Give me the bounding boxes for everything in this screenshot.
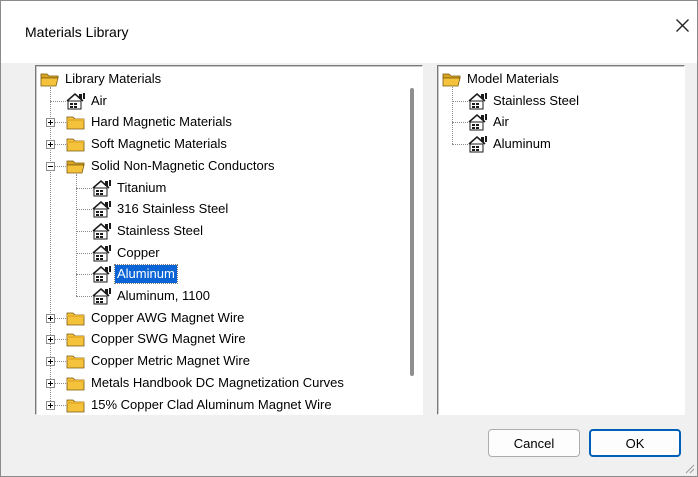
folder-icon (66, 113, 86, 131)
material-icon (92, 222, 112, 240)
tree-connector (76, 209, 92, 211)
tree-item-label: Aluminum, 1100 (117, 288, 210, 303)
ok-button[interactable]: OK (589, 429, 681, 457)
tree-item-label: Aluminum (493, 136, 551, 152)
tree-material-copper[interactable]: Copper (92, 243, 162, 263)
folder-icon (66, 396, 86, 414)
tree-material-titanium[interactable]: Titanium (92, 178, 168, 198)
title-bar[interactable]: Materials Library (1, 1, 697, 63)
expand-plus-icon[interactable] (46, 140, 55, 150)
tree-material-aluminum-1100[interactable]: Aluminum, 1100 (92, 286, 212, 306)
tree-item-label: 15% Copper Clad Aluminum Magnet Wire (91, 396, 332, 412)
expand-plus-icon[interactable] (46, 378, 55, 388)
material-icon (468, 135, 488, 153)
collapse-minus-icon[interactable] (46, 161, 55, 171)
folder-icon (66, 309, 86, 327)
folder-icon (66, 157, 86, 175)
tree-item-label: 316 Stainless Steel (117, 201, 229, 217)
close-icon (676, 19, 689, 32)
tree-connector (76, 187, 92, 189)
tree-folder-copper-metric-magnet-wire[interactable]: Copper Metric Magnet Wire (66, 351, 252, 371)
tree-material-aluminum[interactable]: Aluminum (92, 264, 178, 285)
material-icon (66, 92, 86, 110)
expand-plus-icon[interactable] (46, 118, 55, 128)
library-materials-tree[interactable]: Library Materials Air Hard Magnetic Materi… (35, 65, 423, 415)
material-icon (92, 179, 112, 197)
model-materials-root[interactable]: Model Materials (442, 69, 561, 89)
tree-item-label: Air (493, 114, 509, 130)
folder-open-icon (40, 70, 60, 88)
tree-item-label: Stainless Steel (493, 92, 579, 108)
library-scrollbar[interactable] (410, 88, 414, 376)
tree-item-label: Titanium (117, 179, 167, 195)
tree-material-air[interactable]: Air (468, 112, 511, 132)
tree-material-stainless-steel[interactable]: Stainless Steel (92, 221, 205, 241)
material-icon (92, 287, 112, 305)
resize-grip-icon[interactable] (683, 462, 695, 474)
folder-icon (66, 352, 86, 370)
tree-material-stainless-steel[interactable]: Stainless Steel (468, 91, 581, 111)
tree-material-316-stainless-steel[interactable]: 316 Stainless Steel (92, 199, 230, 219)
tree-folder-15-copper-clad-aluminum-magnet-wire[interactable]: 15% Copper Clad Aluminum Magnet Wire (66, 395, 334, 415)
material-icon (468, 113, 488, 131)
folder-icon (66, 374, 86, 392)
tree-item-label: Hard Magnetic Materials (91, 114, 232, 130)
tree-item-label: Copper AWG Magnet Wire (91, 309, 245, 325)
expand-plus-icon[interactable] (46, 357, 55, 367)
materials-library-dialog: Materials Library Library Materials Air Ha… (0, 0, 698, 477)
tree-folder-metals-handbook-dc-magnetization-curves[interactable]: Metals Handbook DC Magnetization Curves (66, 373, 346, 393)
close-button[interactable] (669, 9, 697, 43)
tree-material-aluminum[interactable]: Aluminum (468, 134, 553, 154)
material-icon (468, 92, 488, 110)
folder-open-icon (442, 70, 462, 88)
material-icon (92, 265, 112, 283)
window-title: Materials Library (25, 24, 129, 40)
expand-plus-icon[interactable] (46, 313, 55, 323)
tree-item-label: Copper SWG Magnet Wire (91, 331, 246, 347)
tree-item-label: Copper (117, 244, 160, 260)
model-materials-tree[interactable]: Model Materials Stainless Steel Air Aluminu… (437, 65, 685, 415)
tree-item-label: Stainless Steel (117, 222, 203, 238)
tree-item-label: Metals Handbook DC Magnetization Curves (91, 374, 344, 390)
tree-folder-copper-swg-magnet-wire[interactable]: Copper SWG Magnet Wire (66, 329, 248, 349)
tree-connector (76, 252, 92, 254)
tree-folder-solid-non-magnetic-conductors[interactable]: Solid Non-Magnetic Conductors (66, 156, 277, 176)
tree-connector (452, 87, 453, 145)
tree-connector (76, 274, 92, 276)
tree-connector (76, 173, 77, 296)
tree-folder-soft-magnetic-materials[interactable]: Soft Magnetic Materials (66, 134, 229, 154)
tree-item-label: Copper Metric Magnet Wire (91, 353, 250, 369)
tree-connector (76, 230, 92, 232)
folder-icon (66, 330, 86, 348)
expand-plus-icon[interactable] (46, 400, 55, 410)
tree-item-label: Air (91, 92, 107, 108)
folder-icon (66, 135, 86, 153)
tree-root-label: Library Materials (65, 71, 162, 86)
tree-connector (452, 144, 468, 146)
material-icon (92, 200, 112, 218)
tree-connector (76, 296, 92, 297)
library-materials-root[interactable]: Library Materials (40, 69, 163, 89)
tree-item-label: Aluminum (114, 264, 178, 285)
tree-folder-copper-awg-magnet-wire[interactable]: Copper AWG Magnet Wire (66, 308, 246, 328)
material-icon (92, 244, 112, 262)
expand-plus-icon[interactable] (46, 335, 55, 345)
tree-root-label: Model Materials (467, 71, 559, 86)
tree-material-air[interactable]: Air (66, 91, 109, 111)
tree-connector (50, 100, 66, 102)
tree-item-label: Solid Non-Magnetic Conductors (91, 157, 275, 173)
tree-connector (452, 122, 468, 124)
tree-folder-hard-magnetic-materials[interactable]: Hard Magnetic Materials (66, 112, 234, 132)
tree-connector (452, 100, 468, 102)
tree-item-label: Soft Magnetic Materials (91, 136, 227, 152)
cancel-button[interactable]: Cancel (488, 429, 580, 457)
